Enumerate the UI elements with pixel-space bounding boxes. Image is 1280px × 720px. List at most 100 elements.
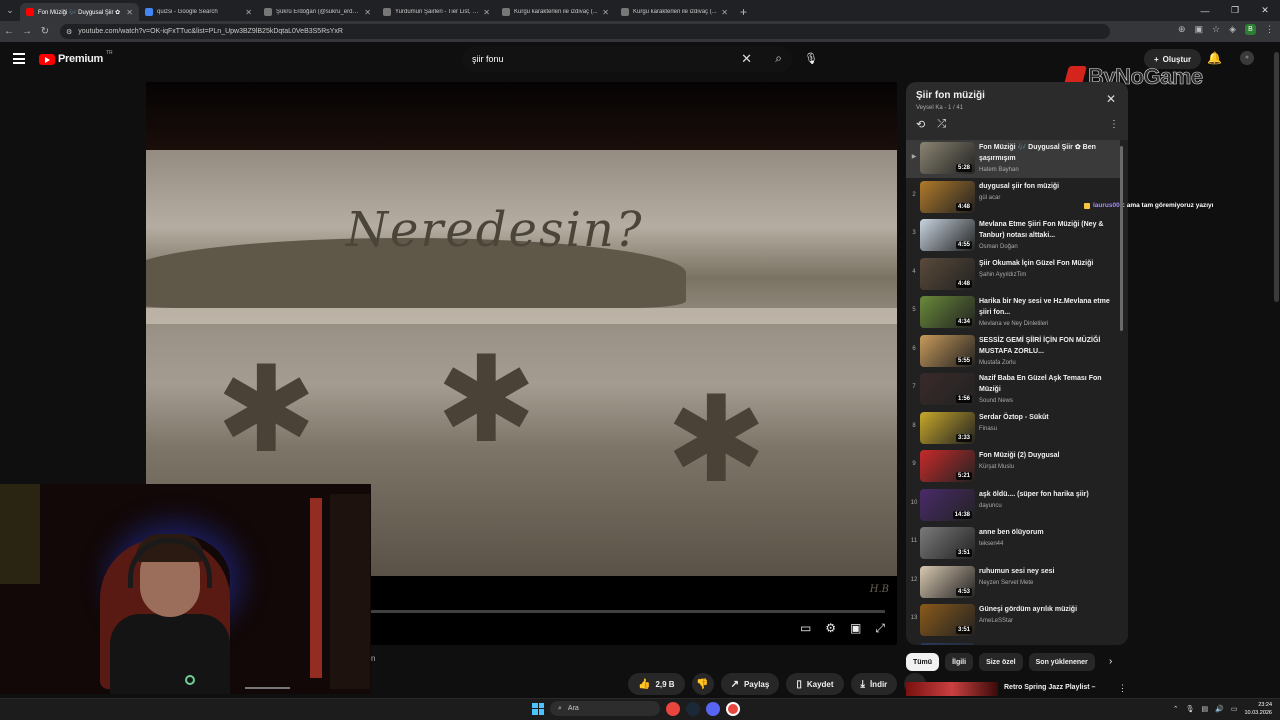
- playlist-thumbnail[interactable]: 4:48: [920, 180, 975, 213]
- obs-icon[interactable]: [726, 701, 740, 716]
- playlist-item[interactable]: 5 4:34 Harika bir Ney sesi ve Hz.Mevlana e…: [906, 294, 1120, 332]
- battery-icon[interactable]: ▭: [1231, 705, 1238, 713]
- close-tab-icon[interactable]: ✕: [364, 8, 371, 17]
- chevron-right-icon[interactable]: ›: [1109, 656, 1112, 667]
- playlist-item[interactable]: ▶ 5:28 Fon Müziği 🎶 Duygusal Şiir ✿ Ben şa…: [906, 140, 1120, 178]
- playlist-item[interactable]: 13 3:51 Güneşi gördüm ayrılık müziği AmeLeS…: [906, 602, 1120, 640]
- network-icon[interactable]: ▤: [1202, 705, 1209, 713]
- clock[interactable]: 23:24 10.03.2026: [1244, 701, 1272, 717]
- playlist-item-title[interactable]: SESSİZ GEMİ ŞİİRİ İÇİN FON MÜZİĞİ MUSTAF…: [979, 335, 1117, 357]
- menu-icon[interactable]: [13, 53, 25, 64]
- zoom-icon[interactable]: ⊕: [1178, 24, 1186, 35]
- back-icon[interactable]: ←: [0, 26, 18, 37]
- search-icon[interactable]: ⌕: [775, 51, 782, 66]
- bookmark-star-icon[interactable]: ☆: [1212, 24, 1220, 35]
- more-vertical-icon[interactable]: ⋮: [1118, 683, 1127, 694]
- next-video-item[interactable]: Retro Spring Jazz Playlist – ⋮: [906, 682, 1128, 696]
- playlist-item-title[interactable]: ruhumun sesi ney sesi: [979, 566, 1117, 577]
- playlist-title[interactable]: Şiir fon müziği: [916, 90, 985, 101]
- browser-tab[interactable]: Şükrü Erdoğan (@sukru_erdog... ✕: [258, 3, 377, 21]
- playlist-item-title[interactable]: anne ben ölüyorum: [979, 527, 1117, 538]
- playlist-item[interactable]: 3 4:55 Mevlana Etme Şiiri Fon Müziği (Ney …: [906, 217, 1120, 255]
- tab-search-icon[interactable]: ⌄: [0, 0, 20, 21]
- playlist-item-title[interactable]: Fon Müziği 🎶 Duygusal Şiir ✿ Ben şaşırmı…: [979, 142, 1117, 164]
- search-input[interactable]: şiir fonu ✕ ⌕: [462, 46, 792, 72]
- fullscreen-icon[interactable]: ⤢: [875, 621, 885, 636]
- filter-chip[interactable]: İlgili: [945, 653, 974, 671]
- playlist-thumbnail[interactable]: 4:53: [920, 565, 975, 598]
- playlist-item-title[interactable]: Harika bir Ney sesi ve Hz.Mevlana etme ş…: [979, 296, 1117, 318]
- share-button[interactable]: ↗ Paylaş: [720, 673, 780, 695]
- notifications-bell-icon[interactable]: 🔔: [1207, 51, 1222, 65]
- close-icon[interactable]: ✕: [1106, 92, 1116, 106]
- playlist-thumbnail[interactable]: 3:51: [920, 527, 975, 559]
- subtitles-icon[interactable]: ▭: [800, 621, 811, 636]
- steam-icon[interactable]: [686, 701, 700, 716]
- close-tab-icon[interactable]: ✕: [602, 8, 609, 17]
- next-video-thumbnail[interactable]: [906, 682, 998, 696]
- playlist-item-title[interactable]: Serdar Öztop - Sükût: [979, 412, 1117, 423]
- cast-icon[interactable]: ▣: [1194, 24, 1203, 35]
- windows-start-icon[interactable]: [532, 702, 544, 715]
- close-tab-icon[interactable]: ✕: [483, 8, 490, 17]
- playlist-item[interactable]: 142:54Cafe Anatolia - Ay Düşünce (Enstrü…: [906, 641, 1120, 645]
- save-button[interactable]: ▯ Kaydet: [786, 673, 844, 695]
- loop-icon[interactable]: ⟲: [916, 118, 925, 131]
- playlist-thumbnail[interactable]: 5:28: [920, 142, 975, 174]
- playlist-item-title[interactable]: Güneşi gördüm ayrılık müziği: [979, 604, 1117, 615]
- playlist-thumbnail[interactable]: 3:51: [920, 604, 975, 636]
- playlist-item[interactable]: 11 3:51 anne ben ölüyorum teksen44: [906, 525, 1120, 563]
- youtube-logo[interactable]: Premium TR: [39, 50, 113, 65]
- playlist-item[interactable]: 10 14:38 aşk öldü.... (süper fon harika şi…: [906, 487, 1120, 525]
- playlist-item[interactable]: 6 5:55 SESSİZ GEMİ ŞİİRİ İÇİN FON MÜZİĞİ M…: [906, 333, 1120, 371]
- browser-tab[interactable]: Fon Müziği 🎶 Duygusal Şiir ✿ ✕: [20, 3, 139, 21]
- settings-gear-icon[interactable]: ⚙: [825, 621, 836, 636]
- playlist-item[interactable]: 9 5:21 Fon Müziği (2) Duygusal Kürşat Muslu: [906, 448, 1120, 486]
- playlist-thumbnail[interactable]: 1:56: [920, 373, 975, 405]
- playlist-item-title[interactable]: aşk öldü.... (süper fon harika şiir): [979, 489, 1117, 500]
- playlist-item[interactable]: 12 4:53 ruhumun sesi ney sesi Neyzen Servet…: [906, 564, 1120, 602]
- filter-chip[interactable]: Tümü: [906, 653, 940, 671]
- playlist-item-title[interactable]: Mevlana Etme Şiiri Fon Müziği (Ney & Tan…: [979, 219, 1117, 241]
- download-button[interactable]: ⤓ İndir: [850, 673, 898, 695]
- browser-tab[interactable]: quizsi - Google Search ✕: [139, 3, 258, 21]
- close-tab-icon[interactable]: ✕: [126, 8, 133, 17]
- minimize-icon[interactable]: —: [1190, 0, 1220, 21]
- site-info-icon[interactable]: ⚙: [66, 28, 72, 36]
- chrome-icon[interactable]: [666, 701, 680, 716]
- browser-tab[interactable]: Yurdumun Şairleri - Tier List, R... ✕: [377, 3, 496, 21]
- reload-icon[interactable]: ↻: [36, 26, 54, 37]
- playlist-thumbnail[interactable]: 4:55: [920, 219, 975, 251]
- playlist-thumbnail[interactable]: 5:21: [920, 450, 975, 482]
- playlist-thumbnail[interactable]: 5:55: [920, 334, 975, 367]
- playlist-item-title[interactable]: Fon Müziği (2) Duygusal: [979, 450, 1117, 461]
- close-tab-icon[interactable]: ✕: [245, 8, 252, 17]
- profile-extension-icon[interactable]: B: [1245, 24, 1256, 35]
- browser-menu-icon[interactable]: ⋮: [1265, 24, 1274, 35]
- playlist-item[interactable]: 7 1:56 Nazif Baba En Güzel Aşk Teması Fon …: [906, 371, 1120, 409]
- playlist-thumbnail[interactable]: 4:34: [920, 296, 975, 328]
- playlist-item[interactable]: 2 4:48 duygusal şiir fon müziği gül acar: [906, 179, 1120, 217]
- filter-chip[interactable]: Size özel: [979, 653, 1023, 671]
- microphone-icon[interactable]: 🎙: [801, 47, 821, 71]
- volume-icon[interactable]: 🔊: [1215, 705, 1224, 713]
- maximize-icon[interactable]: ❐: [1220, 0, 1250, 21]
- playlist-thumbnail[interactable]: 4:48: [920, 257, 975, 290]
- clear-search-icon[interactable]: ✕: [741, 51, 752, 67]
- playlist-item[interactable]: 8 3:33 Serdar Öztop - Sükût Finasu: [906, 410, 1120, 448]
- playlist-item-title[interactable]: Şiir Okumak İçin Güzel Fon Müziği: [979, 258, 1117, 269]
- close-window-icon[interactable]: ✕: [1250, 0, 1280, 21]
- discord-icon[interactable]: [706, 701, 720, 716]
- filter-chip[interactable]: Son yüklenener: [1028, 653, 1095, 671]
- taskbar-search[interactable]: ⌕ Ara: [550, 701, 660, 716]
- shuffle-icon[interactable]: ⤮: [937, 118, 946, 131]
- playlist-more-icon[interactable]: ⋮: [1109, 119, 1119, 130]
- playlist-scrollbar[interactable]: [1120, 146, 1123, 331]
- like-button[interactable]: 👍 2,9 B: [628, 673, 685, 695]
- page-scrollbar[interactable]: [1273, 42, 1280, 698]
- new-tab-button[interactable]: +: [734, 3, 753, 21]
- playlist-item-title[interactable]: duygusal şiir fon müziği: [979, 181, 1117, 192]
- avatar[interactable]: ●: [1240, 51, 1254, 65]
- playlist-thumbnail[interactable]: 3:33: [920, 411, 975, 444]
- playlist-thumbnail[interactable]: 14:38: [920, 488, 975, 521]
